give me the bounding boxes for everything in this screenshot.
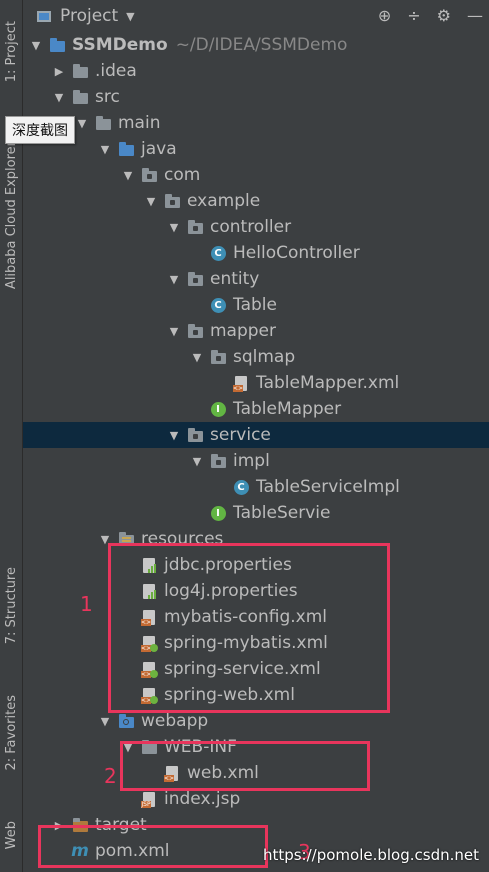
interface-icon: I xyxy=(210,505,226,521)
web-tool-tab[interactable]: Web xyxy=(0,805,22,865)
chevron-down-icon[interactable]: ▼ xyxy=(144,195,158,208)
tree-item-tableserviceimpl[interactable]: C TableServiceImpl xyxy=(23,474,489,500)
chevron-down-icon[interactable]: ▼ xyxy=(52,91,66,104)
project-panel-header: Project ▼ ⊕ ÷ ⚙ — xyxy=(23,0,489,32)
chevron-down-icon[interactable]: ▼ xyxy=(190,455,204,468)
favorites-tool-tab[interactable]: 2: Favorites xyxy=(0,680,22,785)
chevron-down-icon[interactable]: ▼ xyxy=(121,169,135,182)
package-icon xyxy=(187,427,203,443)
package-icon xyxy=(141,167,157,183)
tree-item-tablemapper[interactable]: I TableMapper xyxy=(23,396,489,422)
chevron-down-icon[interactable]: ▼ xyxy=(167,273,181,286)
chevron-right-icon[interactable]: ▶ xyxy=(52,65,66,78)
alibaba-cloud-tool-tab[interactable]: Alibaba Cloud Explorer xyxy=(0,140,22,290)
package-icon xyxy=(187,219,203,235)
tree-item-com[interactable]: ▼ com xyxy=(23,162,489,188)
tree-item-tablemapper-xml[interactable]: <> TableMapper.xml xyxy=(23,370,489,396)
chevron-down-icon[interactable]: ▼ xyxy=(29,39,43,52)
package-icon xyxy=(187,323,203,339)
tree-item-mapper[interactable]: ▼ mapper xyxy=(23,318,489,344)
chevron-down-icon[interactable]: ▼ xyxy=(167,221,181,234)
chevron-down-icon[interactable]: ▼ xyxy=(98,143,112,156)
chevron-down-icon[interactable]: ▼ xyxy=(190,351,204,364)
module-folder-icon xyxy=(49,37,65,53)
class-icon: C xyxy=(210,297,226,313)
package-icon xyxy=(210,349,226,365)
structure-tool-tab[interactable]: 7: Structure xyxy=(0,556,22,656)
tree-item-idea[interactable]: ▶ .idea xyxy=(23,58,489,84)
tree-item-ssmdemo[interactable]: ▼ SSMDemo ~/D/IDEA/SSMDemo xyxy=(23,32,489,58)
collapse-all-icon[interactable]: ÷ xyxy=(407,6,420,25)
chevron-down-icon[interactable]: ▼ xyxy=(75,117,89,130)
folder-icon xyxy=(72,63,88,79)
class-icon: C xyxy=(210,245,226,261)
source-folder-icon xyxy=(118,141,134,157)
screenshot-tooltip: 深度截图 xyxy=(5,116,75,144)
chevron-down-icon[interactable]: ▼ xyxy=(167,325,181,338)
tree-item-src[interactable]: ▼ src xyxy=(23,84,489,110)
tree-item-main[interactable]: ▼ main xyxy=(23,110,489,136)
project-tool-tab[interactable]: 1: Project xyxy=(0,4,22,100)
tree-item-entity[interactable]: ▼ entity xyxy=(23,266,489,292)
web-folder-icon xyxy=(118,713,134,729)
package-icon xyxy=(187,271,203,287)
package-icon xyxy=(164,193,180,209)
tree-item-table[interactable]: C Table xyxy=(23,292,489,318)
highlight-box-web-xml xyxy=(120,741,370,791)
gear-icon[interactable]: ⚙ xyxy=(437,6,451,25)
highlight-box-resources xyxy=(108,543,390,713)
package-icon xyxy=(210,453,226,469)
chevron-down-icon[interactable]: ▼ xyxy=(126,10,134,23)
tree-item-impl[interactable]: ▼ impl xyxy=(23,448,489,474)
tree-item-hellocontroller[interactable]: C HelloController xyxy=(23,240,489,266)
tree-item-service[interactable]: ▼ service xyxy=(23,422,489,448)
header-toolbar: ⊕ ÷ ⚙ — xyxy=(378,6,483,25)
project-window-icon xyxy=(37,10,51,22)
xml-file-icon: <> xyxy=(233,375,249,392)
tree-item-controller[interactable]: ▼ controller xyxy=(23,214,489,240)
tree-item-tableservie[interactable]: I TableServie xyxy=(23,500,489,526)
tree-item-sqlmap[interactable]: ▼ sqlmap xyxy=(23,344,489,370)
annotation-number-2: 2 xyxy=(104,764,117,788)
folder-icon xyxy=(72,89,88,105)
hide-icon[interactable]: — xyxy=(467,6,483,25)
class-icon: C xyxy=(233,479,249,495)
watermark: https://pomole.blog.csdn.net xyxy=(262,846,479,864)
panel-title[interactable]: Project xyxy=(60,6,118,26)
tree-item-example[interactable]: ▼ example xyxy=(23,188,489,214)
chevron-down-icon[interactable]: ▼ xyxy=(167,429,181,442)
folder-icon xyxy=(95,115,111,131)
chevron-down-icon[interactable]: ▼ xyxy=(98,715,112,728)
tree-item-java[interactable]: ▼ java xyxy=(23,136,489,162)
jsp-file-icon: JSP xyxy=(141,791,157,808)
annotation-number-1: 1 xyxy=(80,592,93,616)
locate-icon[interactable]: ⊕ xyxy=(378,6,391,25)
highlight-box-pom-xml xyxy=(38,825,268,868)
interface-icon: I xyxy=(210,401,226,417)
